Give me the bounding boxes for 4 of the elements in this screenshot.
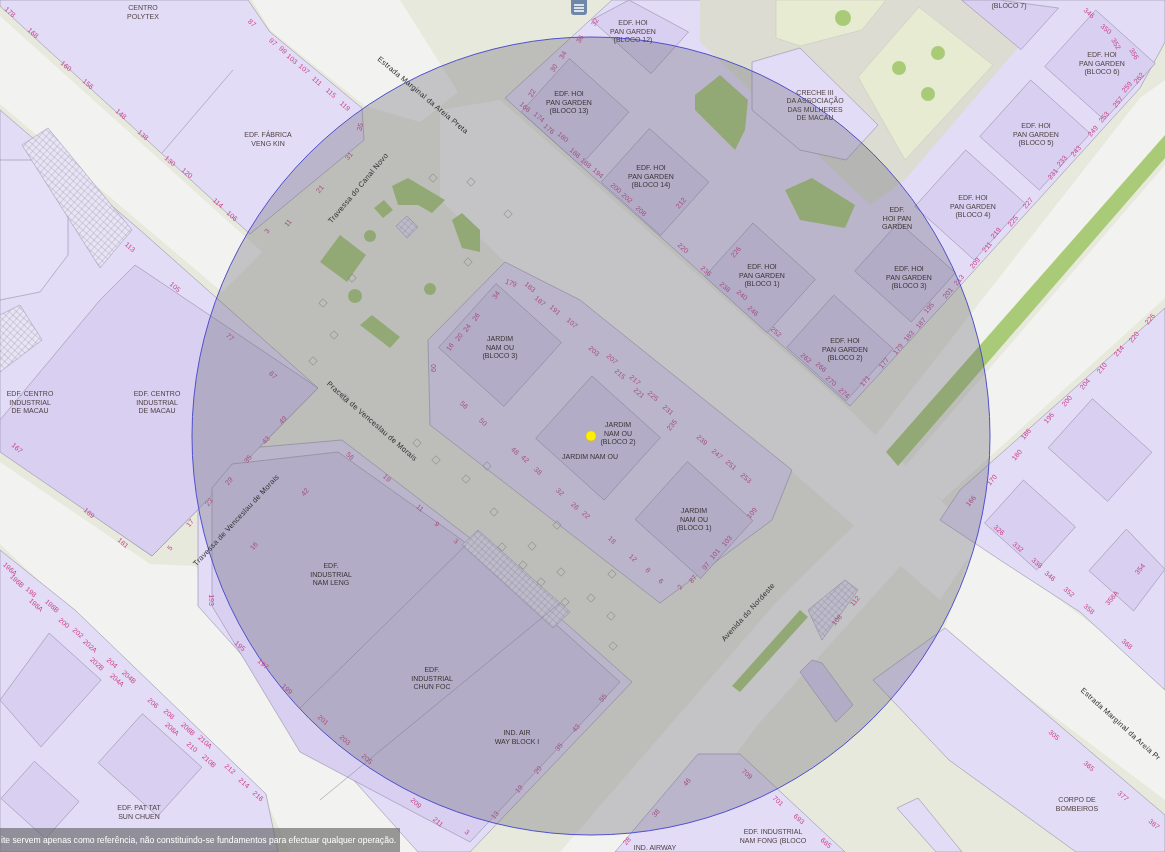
panel-toggle-button[interactable] — [571, 0, 587, 15]
lines-icon — [574, 3, 584, 12]
disclaimer-text: ite servem apenas como referência, não constituindo-se fundamentos para efectuar qualquer operação. — [0, 828, 401, 852]
location-marker-icon — [585, 430, 597, 442]
